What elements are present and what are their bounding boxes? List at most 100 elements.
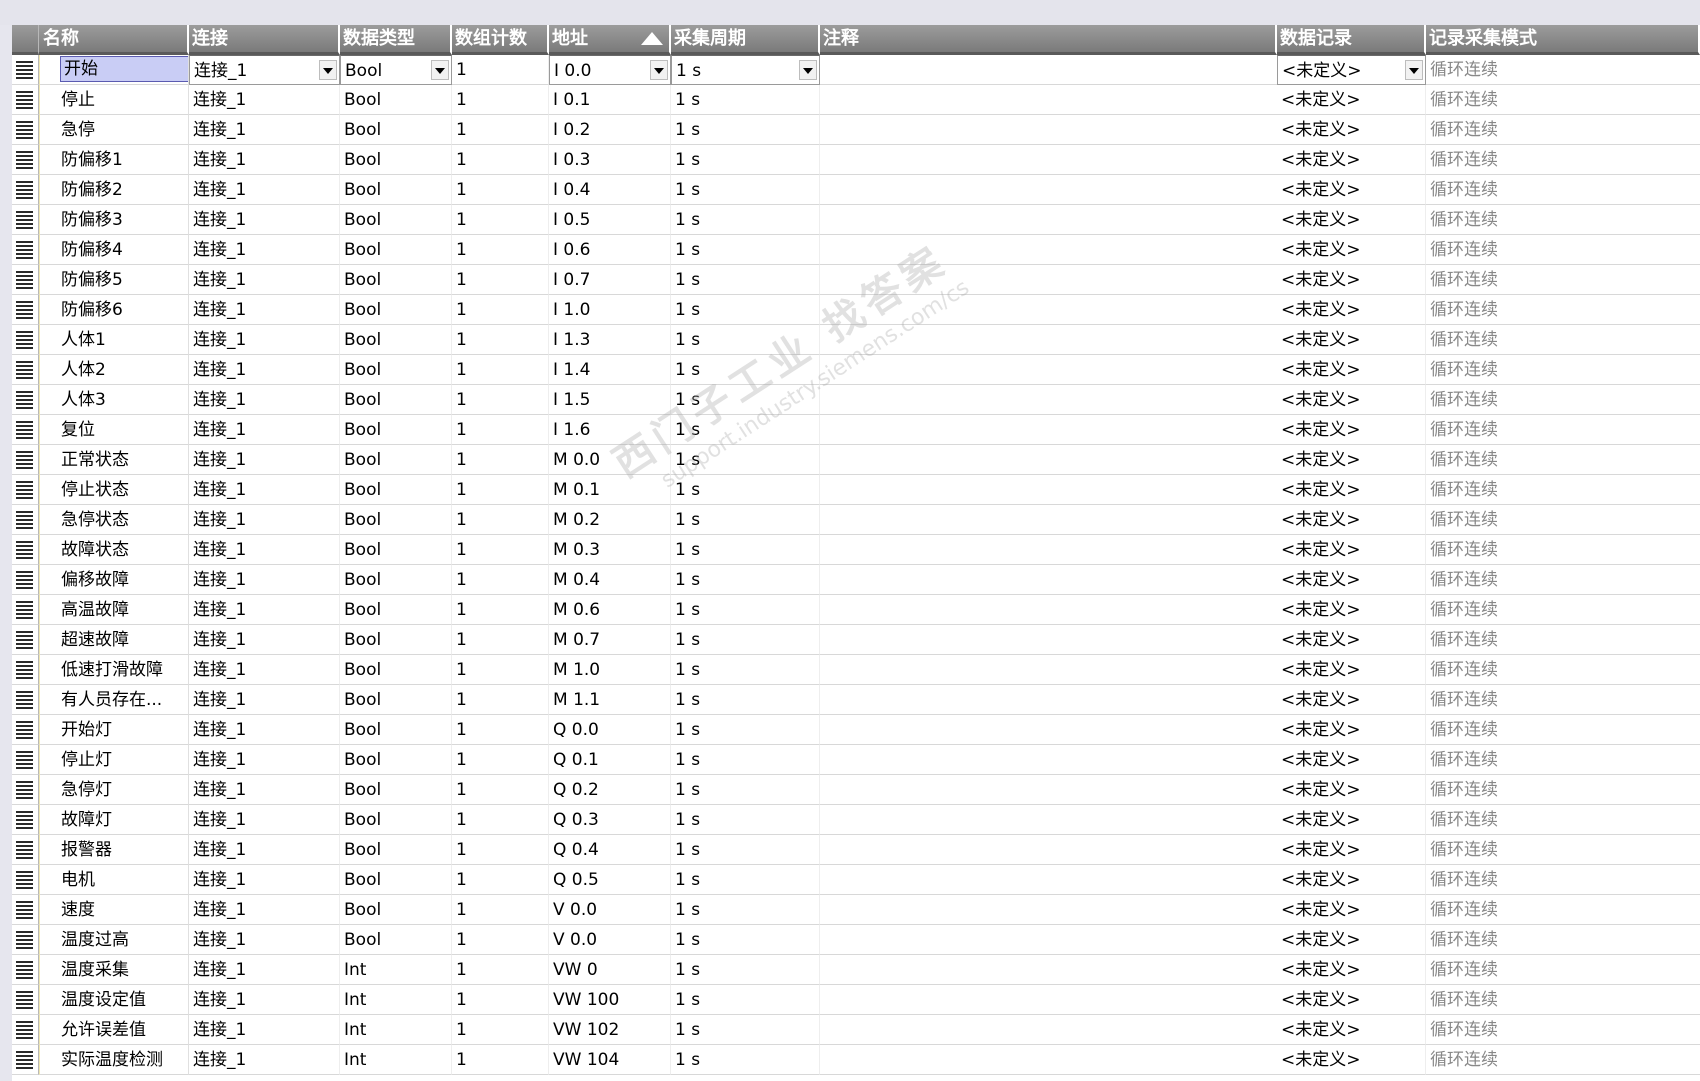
row-selector[interactable] — [12, 205, 39, 235]
log-mode-cell[interactable]: 循环连续 — [1426, 835, 1700, 865]
address-cell[interactable]: I 0.3 — [549, 145, 671, 175]
tag-name-cell[interactable]: 正常状态 — [39, 445, 189, 475]
connection-cell[interactable]: 连接_1 — [189, 805, 340, 835]
acq-cycle-cell[interactable]: 1 s — [671, 505, 820, 535]
connection-cell[interactable]: 连接_1 — [189, 685, 340, 715]
logging-cell[interactable]: <未定义> — [1277, 265, 1426, 295]
connection-cell[interactable]: 连接_1 — [189, 625, 340, 655]
acq-cycle-cell[interactable]: 1 s — [671, 115, 820, 145]
row-selector[interactable] — [12, 745, 39, 775]
table-row[interactable]: 偏移故障 连接_1 Bool 1 M 0.4 1 s <未定义> 循环连续 — [12, 565, 1700, 595]
table-row[interactable]: 开始灯 连接_1 Bool 1 Q 0.0 1 s <未定义> 循环连续 — [12, 715, 1700, 745]
log-mode-cell[interactable]: 循环连续 — [1426, 1045, 1700, 1075]
logging-cell[interactable]: <未定义> — [1277, 715, 1426, 745]
array-count-cell[interactable]: 1 — [452, 1045, 549, 1075]
log-mode-cell[interactable]: 循环连续 — [1426, 55, 1700, 85]
comment-cell[interactable] — [820, 205, 1277, 235]
acq-cycle-cell[interactable]: 1 s — [671, 925, 820, 955]
acq-cycle-cell[interactable]: 1 s — [671, 535, 820, 565]
table-row[interactable]: 超速故障 连接_1 Bool 1 M 0.7 1 s <未定义> 循环连续 — [12, 625, 1700, 655]
comment-cell[interactable] — [820, 655, 1277, 685]
table-row[interactable]: 温度过高 连接_1 Bool 1 V 0.0 1 s <未定义> 循环连续 — [12, 925, 1700, 955]
log-mode-cell[interactable]: 循环连续 — [1426, 565, 1700, 595]
address-cell[interactable]: I 0.1 — [549, 85, 671, 115]
dropdown-arrow-icon[interactable] — [799, 60, 817, 80]
array-count-cell[interactable]: 1 — [452, 595, 549, 625]
connection-cell[interactable]: 连接_1 — [189, 505, 340, 535]
address-cell[interactable]: VW 104 — [549, 1045, 671, 1075]
data-type-cell[interactable]: Int — [340, 1045, 452, 1075]
row-selector[interactable] — [12, 115, 39, 145]
address-cell[interactable]: Q 0.3 — [549, 805, 671, 835]
table-row[interactable]: 人体2 连接_1 Bool 1 I 1.4 1 s <未定义> 循环连续 — [12, 355, 1700, 385]
connection-cell[interactable]: 连接_1 — [189, 535, 340, 565]
row-selector[interactable] — [12, 505, 39, 535]
comment-cell[interactable] — [820, 715, 1277, 745]
comment-cell[interactable] — [820, 535, 1277, 565]
tag-name-cell[interactable]: 低速打滑故障 — [39, 655, 189, 685]
logging-cell[interactable]: <未定义> — [1277, 175, 1426, 205]
logging-cell[interactable]: <未定义> — [1277, 385, 1426, 415]
address-cell[interactable]: I 0.0 — [549, 55, 671, 85]
array-count-cell[interactable]: 1 — [452, 535, 549, 565]
logging-cell[interactable]: <未定义> — [1277, 295, 1426, 325]
row-selector[interactable] — [12, 355, 39, 385]
log-mode-cell[interactable]: 循环连续 — [1426, 505, 1700, 535]
data-type-cell[interactable]: Bool — [340, 865, 452, 895]
acq-cycle-cell[interactable]: 1 s — [671, 265, 820, 295]
log-mode-cell[interactable]: 循环连续 — [1426, 115, 1700, 145]
logging-cell[interactable]: <未定义> — [1277, 625, 1426, 655]
address-cell[interactable]: V 0.0 — [549, 895, 671, 925]
connection-cell[interactable]: 连接_1 — [189, 295, 340, 325]
table-row[interactable]: 温度设定值 连接_1 Int 1 VW 100 1 s <未定义> 循环连续 — [12, 985, 1700, 1015]
connection-cell[interactable]: 连接_1 — [189, 235, 340, 265]
row-selector[interactable] — [12, 985, 39, 1015]
data-type-cell[interactable]: Bool — [340, 805, 452, 835]
connection-cell[interactable]: 连接_1 — [189, 385, 340, 415]
table-row[interactable]: 防偏移5 连接_1 Bool 1 I 0.7 1 s <未定义> 循环连续 — [12, 265, 1700, 295]
array-count-cell[interactable]: 1 — [452, 895, 549, 925]
data-type-cell[interactable]: Bool — [340, 925, 452, 955]
connection-cell[interactable]: 连接_1 — [189, 265, 340, 295]
address-cell[interactable]: I 0.7 — [549, 265, 671, 295]
comment-cell[interactable] — [820, 115, 1277, 145]
connection-cell[interactable]: 连接_1 — [189, 415, 340, 445]
row-selector[interactable] — [12, 445, 39, 475]
logging-cell[interactable]: <未定义> — [1277, 325, 1426, 355]
log-mode-cell[interactable]: 循环连续 — [1426, 715, 1700, 745]
address-cell[interactable]: I 0.4 — [549, 175, 671, 205]
array-count-cell[interactable]: 1 — [452, 775, 549, 805]
connection-cell[interactable]: 连接_1 — [189, 655, 340, 685]
address-cell[interactable]: Q 0.0 — [549, 715, 671, 745]
acq-cycle-cell[interactable]: 1 s — [671, 805, 820, 835]
comment-cell[interactable] — [820, 805, 1277, 835]
connection-cell[interactable]: 连接_1 — [189, 325, 340, 355]
connection-cell[interactable]: 连接_1 — [189, 985, 340, 1015]
tag-name-cell[interactable]: 故障灯 — [39, 805, 189, 835]
row-selector[interactable] — [12, 835, 39, 865]
row-selector[interactable] — [12, 235, 39, 265]
connection-cell[interactable]: 连接_1 — [189, 85, 340, 115]
tag-name-cell[interactable]: 报警器 — [39, 835, 189, 865]
tag-name-cell[interactable]: 急停灯 — [39, 775, 189, 805]
tag-name-cell[interactable]: 停止状态 — [39, 475, 189, 505]
header-corner[interactable] — [12, 25, 39, 55]
log-mode-cell[interactable]: 循环连续 — [1426, 1015, 1700, 1045]
array-count-cell[interactable]: 1 — [452, 385, 549, 415]
acq-cycle-cell[interactable]: 1 s — [671, 625, 820, 655]
row-selector[interactable] — [12, 265, 39, 295]
logging-cell[interactable]: <未定义> — [1277, 805, 1426, 835]
array-count-cell[interactable]: 1 — [452, 145, 549, 175]
connection-cell[interactable]: 连接_1 — [189, 595, 340, 625]
log-mode-cell[interactable]: 循环连续 — [1426, 235, 1700, 265]
address-cell[interactable]: Q 0.2 — [549, 775, 671, 805]
data-type-cell[interactable]: Bool — [340, 145, 452, 175]
table-row[interactable]: 停止灯 连接_1 Bool 1 Q 0.1 1 s <未定义> 循环连续 — [12, 745, 1700, 775]
address-cell[interactable]: I 1.4 — [549, 355, 671, 385]
logging-cell[interactable]: <未定义> — [1277, 1015, 1426, 1045]
logging-cell[interactable]: <未定义> — [1277, 895, 1426, 925]
logging-cell[interactable]: <未定义> — [1277, 445, 1426, 475]
array-count-cell[interactable]: 1 — [452, 475, 549, 505]
data-type-cell[interactable]: Bool — [340, 175, 452, 205]
row-selector[interactable] — [12, 415, 39, 445]
